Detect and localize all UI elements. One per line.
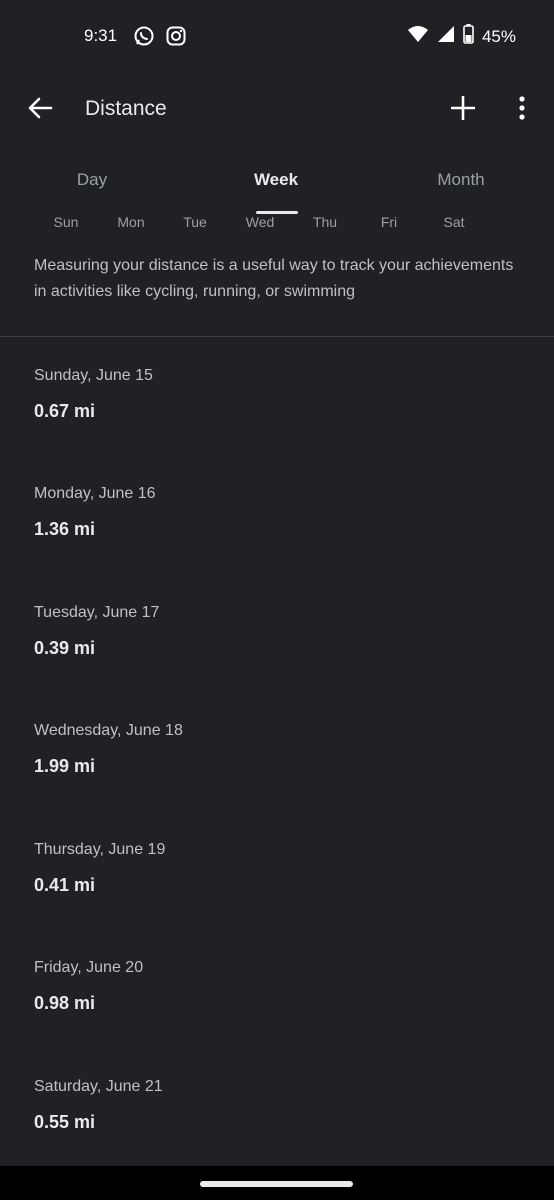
page-title: Distance xyxy=(85,97,167,120)
tab-week[interactable]: Week xyxy=(254,170,298,190)
more-vert-icon xyxy=(518,95,526,125)
add-button[interactable] xyxy=(442,89,484,131)
navigation-bar xyxy=(0,1166,554,1200)
home-gesture-handle[interactable] xyxy=(200,1181,353,1187)
list-item[interactable]: Wednesday, June 18 1.99 mi xyxy=(0,692,554,810)
entry-date: Wednesday, June 18 xyxy=(34,722,183,739)
entry-distance: 0.41 mi xyxy=(34,875,96,895)
wifi-icon xyxy=(407,25,429,48)
tab-day[interactable]: Day xyxy=(77,170,107,190)
list-item[interactable]: Thursday, June 19 0.41 mi xyxy=(0,811,554,929)
entry-distance: 0.39 mi xyxy=(34,638,96,658)
screen: 9:31 45% Distance Day Week Month Sun Mon… xyxy=(0,0,554,1200)
signal-icon xyxy=(437,25,455,48)
list-item[interactable]: Tuesday, June 17 0.39 mi xyxy=(0,574,554,692)
back-button[interactable] xyxy=(20,90,60,130)
day-tab-sun[interactable]: Sun xyxy=(54,214,79,230)
status-time: 9:31 xyxy=(84,26,118,45)
day-tab-tue[interactable]: Tue xyxy=(183,214,207,230)
list-item[interactable]: Monday, June 16 1.36 mi xyxy=(0,455,554,573)
entry-date: Thursday, June 19 xyxy=(34,841,166,858)
add-icon xyxy=(450,95,476,125)
selected-tab-indicator xyxy=(256,211,298,214)
day-tab-fri[interactable]: Fri xyxy=(381,214,397,230)
battery-icon xyxy=(463,24,474,49)
entry-distance: 1.99 mi xyxy=(34,756,96,776)
description-text: Measuring your distance is a useful way … xyxy=(34,257,514,300)
day-tab-thu[interactable]: Thu xyxy=(313,214,337,230)
list-item[interactable]: Friday, June 20 0.98 mi xyxy=(0,929,554,1047)
more-options-button[interactable] xyxy=(502,89,542,131)
day-tab-sat[interactable]: Sat xyxy=(443,214,464,230)
list-item[interactable]: Saturday, June 21 0.55 mi xyxy=(0,1048,554,1166)
app-bar: Distance xyxy=(0,72,554,148)
tab-month[interactable]: Month xyxy=(437,170,484,190)
battery-percent: 45% xyxy=(481,26,516,46)
entry-date: Tuesday, June 17 xyxy=(34,604,160,621)
period-tabs: Day Week Month xyxy=(0,170,554,200)
entry-distance: 0.55 mi xyxy=(34,1112,96,1132)
entry-date: Saturday, June 21 xyxy=(34,1078,163,1095)
entry-distance: 0.67 mi xyxy=(34,401,96,421)
whatsapp-icon xyxy=(133,25,155,47)
list-item[interactable]: Sunday, June 15 0.67 mi xyxy=(0,337,554,455)
entry-distance: 1.36 mi xyxy=(34,519,96,539)
entry-date: Sunday, June 15 xyxy=(34,367,153,384)
entry-distance: 0.98 mi xyxy=(34,993,96,1013)
day-tab-wed[interactable]: Wed xyxy=(246,214,275,230)
status-bar: 9:31 45% xyxy=(0,0,554,72)
status-indicators: 45% xyxy=(407,24,516,49)
instagram-icon xyxy=(165,25,187,47)
day-tab-mon[interactable]: Mon xyxy=(117,214,144,230)
entry-date: Friday, June 20 xyxy=(34,959,144,976)
entry-date: Monday, June 16 xyxy=(34,485,156,502)
back-arrow-icon xyxy=(27,95,53,126)
